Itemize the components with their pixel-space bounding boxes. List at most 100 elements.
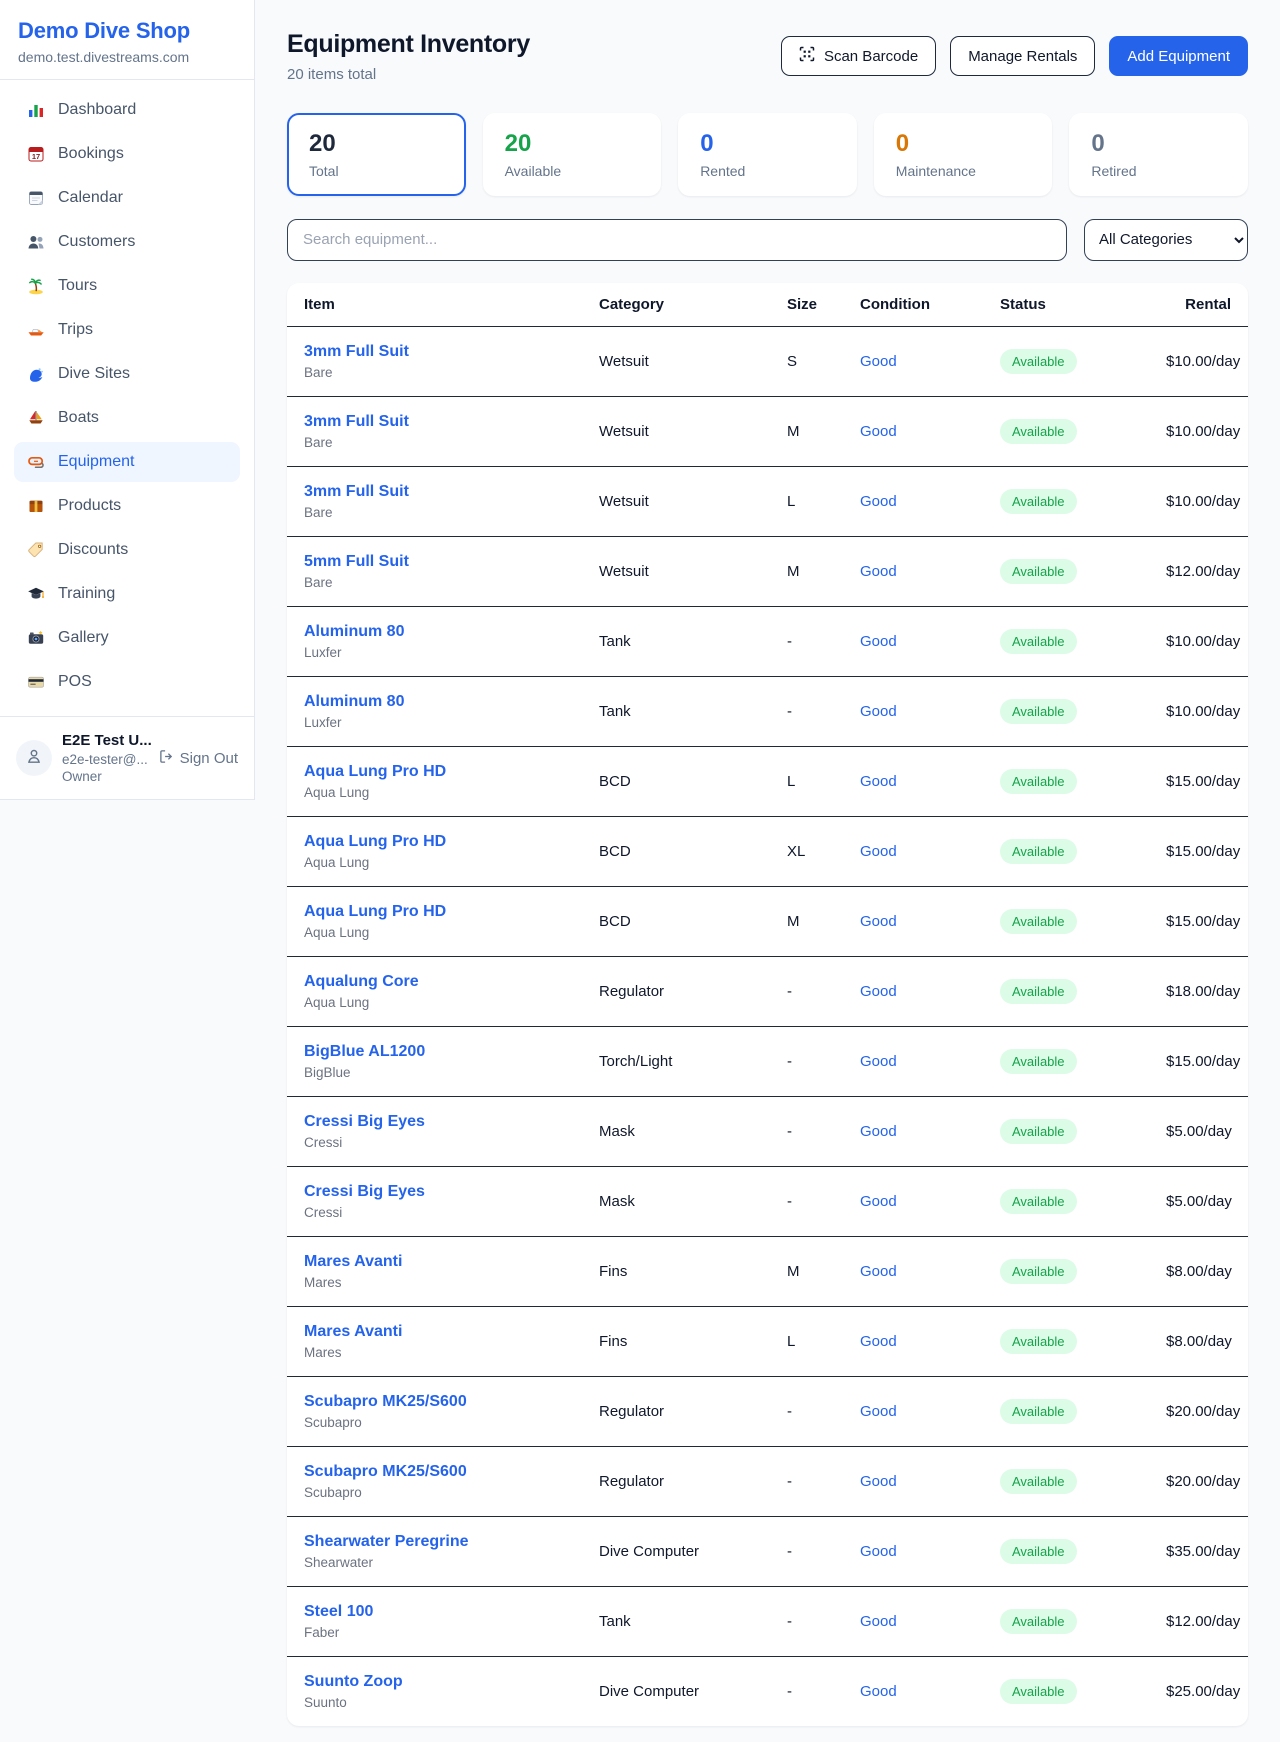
- table-row: Cressi Big EyesCressiMask-GoodAvailable$…: [287, 1166, 1248, 1236]
- item-name-link[interactable]: 3mm Full Suit: [304, 483, 409, 501]
- status-badge: Available: [1000, 559, 1077, 584]
- status-badge: Available: [1000, 1469, 1077, 1494]
- sidebar-item-tours[interactable]: Tours: [14, 266, 240, 306]
- item-brand: Bare: [304, 505, 565, 520]
- add-equipment-button[interactable]: Add Equipment: [1109, 36, 1248, 76]
- item-rental: $20.00/day: [1149, 1446, 1248, 1516]
- item-size: M: [770, 536, 843, 606]
- sidebar-item-boats[interactable]: Boats: [14, 398, 240, 438]
- item-name-link[interactable]: Cressi Big Eyes: [304, 1113, 425, 1131]
- condition-link[interactable]: Good: [860, 353, 897, 370]
- sign-out-button[interactable]: Sign Out: [159, 749, 238, 768]
- item-name-link[interactable]: 3mm Full Suit: [304, 413, 409, 431]
- item-rental: $20.00/day: [1149, 1376, 1248, 1446]
- barcode-scan-icon: [799, 46, 815, 66]
- search-input[interactable]: [287, 219, 1067, 261]
- item-name-link[interactable]: Shearwater Peregrine: [304, 1533, 469, 1551]
- stat-card-total[interactable]: 20Total: [287, 113, 466, 196]
- condition-link[interactable]: Good: [860, 1613, 897, 1630]
- item-name-link[interactable]: Steel 100: [304, 1603, 373, 1621]
- item-rental: $25.00/day: [1149, 1656, 1248, 1726]
- item-rental: $10.00/day: [1149, 466, 1248, 536]
- item-category: Dive Computer: [582, 1656, 770, 1726]
- sidebar-item-trips[interactable]: Trips: [14, 310, 240, 350]
- item-name-link[interactable]: Mares Avanti: [304, 1323, 402, 1341]
- table-row: Aqualung CoreAqua LungRegulator-GoodAvai…: [287, 956, 1248, 1026]
- item-category: Regulator: [582, 1376, 770, 1446]
- condition-link[interactable]: Good: [860, 913, 897, 930]
- brand-block: Demo Dive Shop demo.test.divestreams.com: [0, 0, 254, 80]
- page-subtitle: 20 items total: [287, 66, 530, 83]
- condition-link[interactable]: Good: [860, 1543, 897, 1560]
- item-category: Mask: [582, 1166, 770, 1236]
- item-name-link[interactable]: 3mm Full Suit: [304, 343, 409, 361]
- item-size: M: [770, 886, 843, 956]
- sidebar-item-customers[interactable]: Customers: [14, 222, 240, 262]
- condition-link[interactable]: Good: [860, 1333, 897, 1350]
- stat-card-maintenance[interactable]: 0Maintenance: [874, 113, 1053, 196]
- sidebar-item-gallery[interactable]: Gallery: [14, 618, 240, 658]
- item-name-link[interactable]: Suunto Zoop: [304, 1673, 403, 1691]
- item-name-link[interactable]: Aluminum 80: [304, 693, 404, 711]
- condition-link[interactable]: Good: [860, 773, 897, 790]
- sidebar-item-bookings[interactable]: 17Bookings: [14, 134, 240, 174]
- condition-link[interactable]: Good: [860, 1123, 897, 1140]
- condition-link[interactable]: Good: [860, 703, 897, 720]
- item-rental: $10.00/day: [1149, 326, 1248, 396]
- item-category: Tank: [582, 1586, 770, 1656]
- sidebar-item-discounts[interactable]: Discounts: [14, 530, 240, 570]
- item-name-link[interactable]: Scubapro MK25/S600: [304, 1463, 467, 1481]
- manage-rentals-button[interactable]: Manage Rentals: [950, 36, 1095, 76]
- condition-link[interactable]: Good: [860, 1683, 897, 1700]
- condition-link[interactable]: Good: [860, 423, 897, 440]
- sidebar-item-dashboard[interactable]: Dashboard: [14, 90, 240, 130]
- item-name-link[interactable]: Aqualung Core: [304, 973, 419, 991]
- palm-island-icon: [26, 277, 46, 295]
- status-badge: Available: [1000, 1119, 1077, 1144]
- sidebar-item-training[interactable]: Training: [14, 574, 240, 614]
- item-size: -: [770, 1096, 843, 1166]
- sidebar-item-equipment[interactable]: Equipment: [14, 442, 240, 482]
- header-actions: Scan Barcode Manage Rentals Add Equipmen…: [781, 36, 1248, 76]
- brand-name: Demo Dive Shop: [18, 18, 236, 44]
- item-name-link[interactable]: Aqua Lung Pro HD: [304, 763, 446, 781]
- condition-link[interactable]: Good: [860, 1263, 897, 1280]
- item-name-link[interactable]: BigBlue AL1200: [304, 1043, 425, 1061]
- item-name-link[interactable]: 5mm Full Suit: [304, 553, 409, 571]
- sidebar-item-dive-sites[interactable]: Dive Sites: [14, 354, 240, 394]
- item-brand: Scubapro: [304, 1415, 565, 1430]
- item-name-link[interactable]: Cressi Big Eyes: [304, 1183, 425, 1201]
- condition-link[interactable]: Good: [860, 1193, 897, 1210]
- stat-value: 20: [309, 130, 444, 158]
- condition-link[interactable]: Good: [860, 1473, 897, 1490]
- column-header-condition: Condition: [843, 283, 983, 327]
- bar-chart-icon: [26, 101, 46, 119]
- condition-link[interactable]: Good: [860, 563, 897, 580]
- item-name-link[interactable]: Aqua Lung Pro HD: [304, 833, 446, 851]
- item-name-link[interactable]: Scubapro MK25/S600: [304, 1393, 467, 1411]
- sidebar-item-calendar[interactable]: Calendar: [14, 178, 240, 218]
- stat-card-retired[interactable]: 0Retired: [1069, 113, 1248, 196]
- stat-card-rented[interactable]: 0Rented: [678, 113, 857, 196]
- scan-barcode-button[interactable]: Scan Barcode: [781, 36, 936, 76]
- page-header: Equipment Inventory 20 items total Scan …: [287, 30, 1248, 83]
- status-badge: Available: [1000, 839, 1077, 864]
- condition-link[interactable]: Good: [860, 493, 897, 510]
- sidebar-item-products[interactable]: Products: [14, 486, 240, 526]
- condition-link[interactable]: Good: [860, 843, 897, 860]
- column-header-size: Size: [770, 283, 843, 327]
- condition-link[interactable]: Good: [860, 983, 897, 1000]
- item-name-link[interactable]: Mares Avanti: [304, 1253, 402, 1271]
- condition-link[interactable]: Good: [860, 633, 897, 650]
- item-brand: Shearwater: [304, 1555, 565, 1570]
- item-name-link[interactable]: Aluminum 80: [304, 623, 404, 641]
- sidebar-item-pos[interactable]: POS: [14, 662, 240, 702]
- condition-link[interactable]: Good: [860, 1053, 897, 1070]
- condition-link[interactable]: Good: [860, 1403, 897, 1420]
- category-select[interactable]: All Categories: [1084, 219, 1248, 261]
- item-category: BCD: [582, 746, 770, 816]
- stat-card-available[interactable]: 20Available: [483, 113, 662, 196]
- page-title: Equipment Inventory: [287, 30, 530, 59]
- item-name-link[interactable]: Aqua Lung Pro HD: [304, 903, 446, 921]
- stat-label: Rented: [700, 163, 835, 179]
